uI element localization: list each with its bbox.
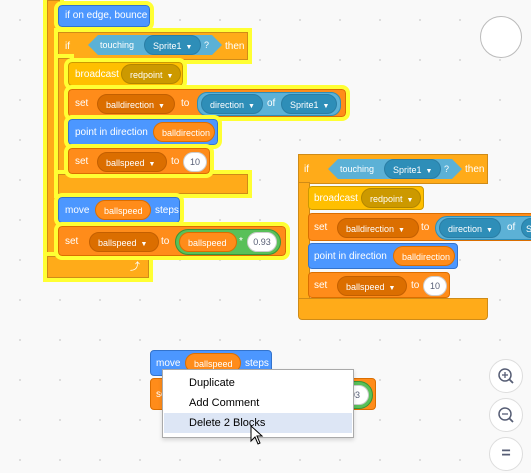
set-label: set <box>75 98 89 109</box>
move-label: move <box>65 205 90 216</box>
if-label: if <box>65 41 70 52</box>
dropdown-value: ballspeed <box>106 158 145 168</box>
to-label: to <box>181 98 190 109</box>
rotate-arrow-icon: ⤴ <box>130 262 140 273</box>
value-input[interactable]: 10 <box>183 152 207 172</box>
chevron-down-icon: ▼ <box>388 285 396 292</box>
if-on-edge-bounce-block[interactable]: if on edge, bounce <box>54 1 154 31</box>
set-balldirection-block[interactable]: set balldirection ▼ to direction ▼ of Spri… <box>64 85 350 121</box>
zoom-reset-button[interactable]: = <box>489 437 523 471</box>
menu-item-add-comment[interactable]: Add Comment <box>164 393 352 413</box>
set-label: set <box>314 222 328 233</box>
dropdown-value: balldirection <box>346 224 395 234</box>
of-label: of <box>267 98 276 109</box>
set-label: set <box>314 280 328 291</box>
broadcast-message-dropdown[interactable]: redpoint ▼ <box>361 188 421 208</box>
block-label: if on edge, bounce <box>65 10 148 21</box>
chevron-down-icon: ▼ <box>158 103 165 110</box>
broadcast-label: broadcast <box>314 193 358 204</box>
chevron-down-icon: ▼ <box>406 197 414 204</box>
if-label: if <box>304 164 309 175</box>
chevron-down-icon: ▼ <box>166 73 174 80</box>
broadcast-block[interactable]: broadcast redpoint ▼ <box>64 58 187 90</box>
chevron-down-icon: ▼ <box>148 161 156 168</box>
if-bottom <box>54 170 252 198</box>
zoom-in-button[interactable] <box>489 359 523 393</box>
value-input[interactable]: 10 <box>423 276 447 296</box>
property-dropdown[interactable]: direction ▼ <box>201 94 263 114</box>
point-label: point in direction <box>75 127 148 138</box>
to-label: to <box>171 156 180 167</box>
of-label: of <box>507 222 516 233</box>
variable-dropdown[interactable]: balldirection ▼ <box>337 218 419 238</box>
dropdown-value: Sprite1 <box>393 165 422 175</box>
variable-dropdown[interactable]: balldirection ▼ <box>97 94 175 114</box>
dropdown-value: ballspeed <box>346 282 385 292</box>
variable-dropdown[interactable]: ballspeed ▼ <box>97 152 167 172</box>
variable-dropdown[interactable]: ballspeed ▼ <box>337 276 407 296</box>
balldirection-reporter[interactable]: balldirection <box>393 246 455 266</box>
chevron-down-icon: ▼ <box>322 103 330 110</box>
zoom-out-button[interactable] <box>489 398 523 432</box>
point-in-direction-block[interactable]: point in direction balldirection <box>64 115 222 149</box>
touching-label: touching <box>340 164 375 174</box>
sprite-dropdown[interactable]: Sprite1 ▼ <box>281 94 337 114</box>
to-label: to <box>421 222 430 233</box>
then-label: then <box>465 164 485 175</box>
equals-icon: = <box>501 445 511 462</box>
touching-target-dropdown[interactable]: Sprite1 ▼ <box>384 159 441 179</box>
point-in-direction-block[interactable]: point in direction balldirection <box>308 243 458 269</box>
if-bottom <box>298 298 488 320</box>
broadcast-block[interactable]: broadcast redpoint ▼ <box>308 186 424 210</box>
to-label: to <box>411 280 420 291</box>
stage-target-circle[interactable] <box>480 16 522 58</box>
steps-label: steps <box>155 205 179 216</box>
chevron-down-icon: ▼ <box>486 227 493 234</box>
dropdown-value: ballspeed <box>98 238 137 248</box>
broadcast-message-dropdown[interactable]: redpoint ▼ <box>121 64 181 84</box>
ballspeed-reporter[interactable]: ballspeed <box>95 200 151 220</box>
to-label: to <box>161 236 170 247</box>
dropdown-value: Sprite1 <box>290 100 319 110</box>
set-label: set <box>75 156 89 167</box>
question-mark: ? <box>204 40 210 50</box>
balldirection-reporter[interactable]: balldirection <box>153 122 215 142</box>
set-ballspeed-multiply-block[interactable]: set ballspeed ▼ to ballspeed * 0.93 <box>54 222 290 260</box>
set-label: set <box>65 236 79 247</box>
mouse-cursor-icon <box>250 425 264 445</box>
property-dropdown[interactable]: direction ▼ <box>439 218 501 238</box>
chevron-down-icon: ▼ <box>248 103 255 110</box>
move-steps-block[interactable]: move ballspeed steps <box>54 193 184 227</box>
then-label: then <box>225 41 245 52</box>
multiply-symbol: * <box>239 236 243 247</box>
touching-block[interactable]: touching Sprite1 ▼ ? <box>328 159 462 179</box>
zoom-out-icon <box>498 407 514 423</box>
chevron-down-icon: ▼ <box>185 44 193 51</box>
set-ballspeed-block[interactable]: set ballspeed ▼ to 10 <box>64 144 214 178</box>
question-mark: ? <box>444 164 450 174</box>
dropdown-value: redpoint <box>370 194 403 204</box>
ballspeed-reporter[interactable]: ballspeed <box>179 232 237 252</box>
touching-block[interactable]: touching Sprite1 ▼ ? <box>88 35 222 55</box>
touching-label: touching <box>100 40 135 50</box>
zoom-in-icon <box>498 368 514 384</box>
set-balldirection-block[interactable]: set balldirection ▼ to direction ▼ of S <box>308 213 531 241</box>
menu-item-duplicate[interactable]: Duplicate <box>164 373 352 393</box>
broadcast-label: broadcast <box>75 69 119 80</box>
point-label: point in direction <box>314 251 387 262</box>
dropdown-value: balldirection <box>106 100 155 110</box>
touching-target-dropdown[interactable]: Sprite1 ▼ <box>144 35 201 55</box>
value-input[interactable]: 0.93 <box>247 232 277 252</box>
chevron-down-icon: ▼ <box>398 227 405 234</box>
variable-dropdown[interactable]: ballspeed ▼ <box>89 232 159 252</box>
dropdown-value: Sprite1 <box>153 41 182 51</box>
set-ballspeed-block[interactable]: set ballspeed ▼ to 10 <box>308 272 450 298</box>
dropdown-value: direction <box>448 224 483 234</box>
dropdown-value: redpoint <box>130 70 163 80</box>
chevron-down-icon: ▼ <box>140 241 148 248</box>
dropdown-value: direction <box>210 100 245 110</box>
chevron-down-icon: ▼ <box>425 168 433 175</box>
